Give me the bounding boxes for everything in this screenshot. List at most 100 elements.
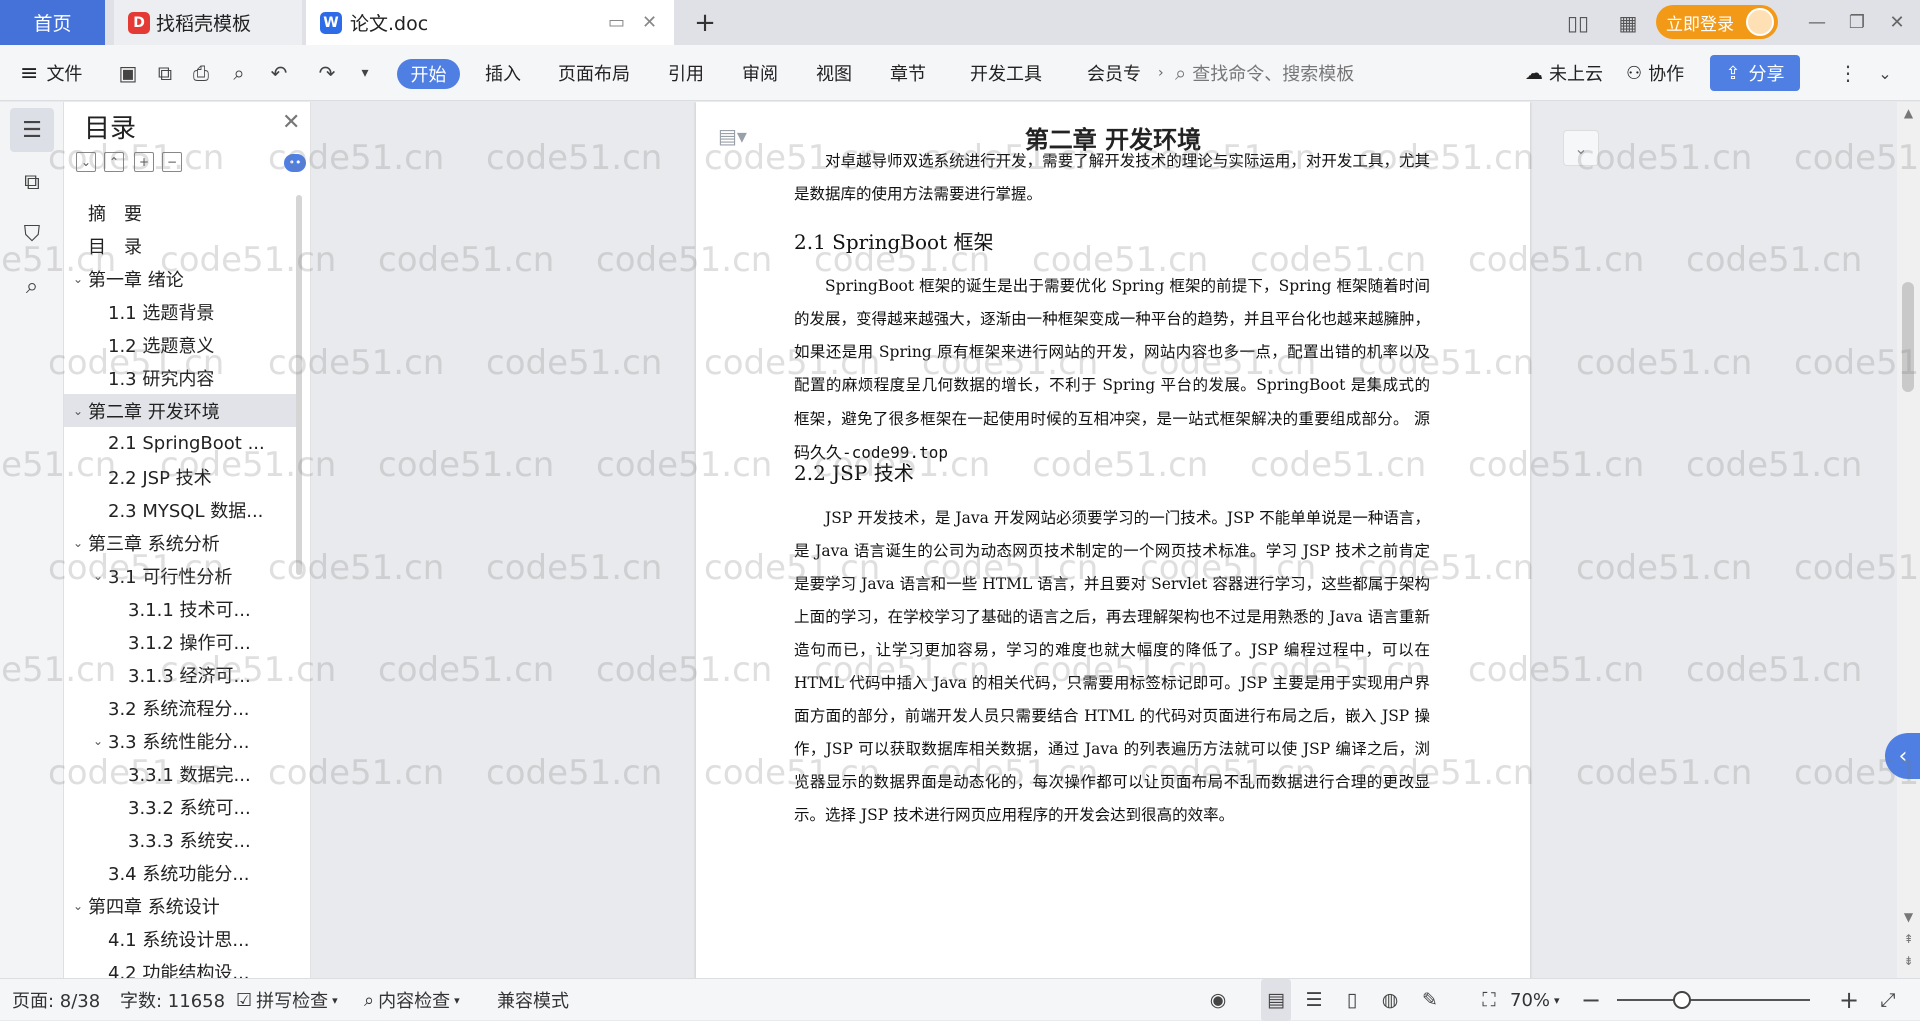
document-page[interactable]: ▤▾ 第二章 开发环境 对卓越导师双选系统进行开发，需要了解开发技术的理论与实际…: [696, 102, 1530, 978]
toc-item[interactable]: 4.1 系统设计思...: [64, 922, 296, 955]
collab-button[interactable]: ⚇ 协作: [1626, 45, 1684, 101]
next-page-icon[interactable]: ⇟: [1897, 954, 1920, 968]
toc-item[interactable]: 摘 要: [64, 196, 296, 229]
toc-item[interactable]: 3.3.1 数据完...: [64, 757, 296, 790]
ribbon-tab-insert[interactable]: 插入: [485, 45, 521, 101]
outline-view-icon[interactable]: ☰: [1299, 979, 1329, 1021]
print-icon[interactable]: ⎙: [186, 45, 216, 101]
more-options-icon[interactable]: ⋮: [1833, 45, 1863, 101]
toc-item[interactable]: ⌄ 第三章 系统分析: [64, 526, 296, 559]
chevron-down-icon[interactable]: ⌄: [90, 734, 106, 748]
print-preview-icon[interactable]: ⌕: [224, 45, 254, 101]
ribbon-tab-home[interactable]: 开始: [397, 59, 460, 89]
toc-item[interactable]: ⌄ 第四章 系统设计: [64, 889, 296, 922]
toc-item[interactable]: 目 录: [64, 229, 296, 262]
spell-check-button[interactable]: ☑ 拼写检查 ▾: [236, 979, 338, 1021]
zoom-out-icon[interactable]: −: [1576, 979, 1606, 1021]
ribbon-tab-section[interactable]: 章节: [890, 45, 926, 101]
add-heading-icon[interactable]: +: [134, 152, 154, 172]
toc-item[interactable]: 2.1 SpringBoot ...: [64, 427, 296, 460]
minimize-icon[interactable]: —: [1797, 0, 1837, 45]
smart-toc-toggle[interactable]: ••: [284, 154, 306, 172]
toc-item[interactable]: 1.2 选题意义: [64, 328, 296, 361]
chevron-down-icon[interactable]: ⌄: [70, 404, 86, 418]
command-search[interactable]: ⌕ 查找命令、搜索模板: [1175, 45, 1354, 101]
toc-item[interactable]: 1.1 选题背景: [64, 295, 296, 328]
document-scrollbar[interactable]: ▲ ▼ ⇞ ⇟: [1897, 102, 1920, 978]
toc-item[interactable]: 3.1.1 技术可...: [64, 592, 296, 625]
toc-item[interactable]: 2.2 JSP 技术: [64, 460, 296, 493]
web-view-icon[interactable]: ◍: [1375, 979, 1405, 1021]
zoom-slider[interactable]: [1617, 999, 1810, 1001]
ribbon-tab-references[interactable]: 引用: [668, 45, 704, 101]
zoom-level[interactable]: 70% ▾: [1510, 979, 1560, 1021]
zoom-in-icon[interactable]: +: [1834, 979, 1864, 1021]
close-tab-icon[interactable]: ✕: [642, 0, 657, 45]
toc-item[interactable]: 3.2 系统流程分...: [64, 691, 296, 724]
toc-item[interactable]: 1.3 研究内容: [64, 361, 296, 394]
toc-scrollbar[interactable]: [296, 195, 302, 575]
toc-item[interactable]: 3.3.3 系统安...: [64, 823, 296, 856]
toc-item[interactable]: 3.1.2 操作可...: [64, 625, 296, 658]
more-dropdown-icon[interactable]: ▾: [350, 45, 380, 101]
close-icon[interactable]: ✕: [282, 110, 300, 135]
ribbon-scroll-right-icon[interactable]: ›: [1158, 45, 1164, 101]
chapter-nav-icon[interactable]: ⧉: [10, 160, 54, 204]
chevron-down-icon[interactable]: ⌄: [70, 272, 86, 286]
restore-icon[interactable]: ❐: [1837, 0, 1877, 45]
toc-item[interactable]: 3.1.3 经济可...: [64, 658, 296, 691]
toc-item[interactable]: ⌄ 3.3 系统性能分...: [64, 724, 296, 757]
tab-template[interactable]: D 找稻壳模板: [114, 0, 302, 45]
chevron-down-icon[interactable]: ⌄: [90, 569, 106, 583]
file-menu[interactable]: ≡ 文件: [20, 45, 82, 101]
redo-icon[interactable]: ↷: [312, 45, 342, 101]
find-icon[interactable]: ⌕: [10, 264, 54, 308]
cloud-status[interactable]: ☁ 未上云: [1525, 45, 1603, 101]
share-button[interactable]: ⇪ 分享: [1710, 55, 1800, 91]
collapse-ribbon-icon[interactable]: ⌄: [1870, 45, 1900, 101]
toc-item[interactable]: 3.3.2 系统可...: [64, 790, 296, 823]
ribbon-tab-layout[interactable]: 页面布局: [558, 45, 630, 101]
toc-item[interactable]: 2.3 MYSQL 数据...: [64, 493, 296, 526]
save-icon[interactable]: ▣: [113, 45, 143, 101]
scroll-down-icon[interactable]: ▼: [1897, 910, 1920, 924]
scroll-up-icon[interactable]: ▲: [1897, 106, 1920, 120]
ribbon-tab-developer[interactable]: 开发工具: [970, 45, 1042, 101]
collapse-all-icon[interactable]: ⌄: [76, 152, 96, 172]
toc-item[interactable]: 3.4 系统功能分...: [64, 856, 296, 889]
fit-page-icon[interactable]: ⛶: [1474, 979, 1504, 1021]
tab-document[interactable]: W 论文.doc ▭ ✕: [306, 0, 674, 45]
new-tab-button[interactable]: +: [690, 0, 720, 45]
login-button[interactable]: 立即登录: [1656, 5, 1778, 39]
eye-protection-icon[interactable]: ◉: [1203, 979, 1233, 1021]
fullscreen-icon[interactable]: ⤢: [1873, 979, 1903, 1021]
layout-icon[interactable]: ▯▯: [1560, 0, 1596, 45]
undo-icon[interactable]: ↶: [264, 45, 294, 101]
word-count[interactable]: 字数: 11658: [120, 979, 225, 1021]
page-view-icon[interactable]: ▤: [1261, 979, 1291, 1021]
zoom-slider-knob[interactable]: [1673, 991, 1691, 1009]
page-count[interactable]: 页面: 8/38: [12, 979, 100, 1021]
expand-up-icon[interactable]: ⌃: [104, 152, 124, 172]
toc-item[interactable]: ⌄ 第一章 绪论: [64, 262, 296, 295]
close-window-icon[interactable]: ✕: [1877, 0, 1917, 45]
monitor-icon[interactable]: ▭: [608, 0, 625, 45]
toc-item[interactable]: 4.2 功能结构设...: [64, 955, 296, 979]
remove-heading-icon[interactable]: −: [162, 152, 182, 172]
bookmark-icon[interactable]: ⛉: [10, 212, 54, 256]
toc-panel-icon[interactable]: ☰: [10, 108, 54, 152]
chevron-down-icon[interactable]: ⌄: [70, 536, 86, 550]
content-check-button[interactable]: ⌕ 内容检查 ▾: [364, 979, 460, 1021]
ribbon-tab-review[interactable]: 审阅: [742, 45, 778, 101]
reading-view-icon[interactable]: ▯: [1337, 979, 1367, 1021]
document-side-toolbar-icon[interactable]: ⌄: [1563, 130, 1599, 166]
save-as-icon[interactable]: ⧉: [150, 45, 180, 101]
scroll-thumb[interactable]: [1902, 282, 1914, 392]
prev-page-icon[interactable]: ⇞: [1897, 932, 1920, 946]
chevron-down-icon[interactable]: ⌄: [70, 899, 86, 913]
write-mode-icon[interactable]: ✎: [1415, 979, 1445, 1021]
tab-home[interactable]: 首页: [0, 0, 105, 45]
toc-item[interactable]: ⌄ 3.1 可行性分析: [64, 559, 296, 592]
apps-grid-icon[interactable]: ▦: [1610, 0, 1646, 45]
ribbon-tab-member[interactable]: 会员专: [1087, 45, 1141, 101]
